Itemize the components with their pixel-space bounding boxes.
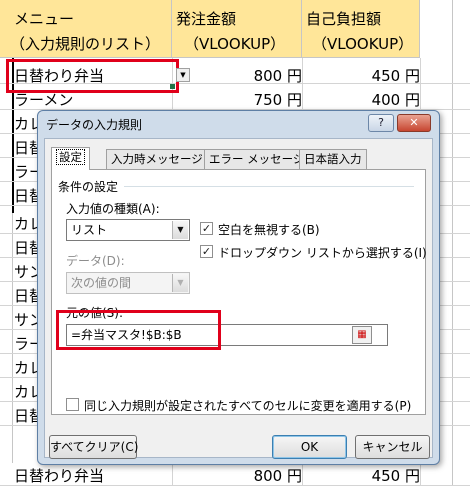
header-order-line1: 発注金額 — [176, 10, 237, 28]
tab-input-message[interactable]: 入力時メッセージ — [106, 149, 208, 169]
header-menu-line1: メニュー — [14, 10, 75, 28]
selected-cell-highlight — [6, 59, 179, 93]
self-pay-cell[interactable]: 450 円 — [302, 65, 420, 86]
chevron-down-icon: ▼ — [172, 221, 188, 239]
order-amount-cell[interactable]: 750 円 — [172, 89, 302, 110]
header-self-line2: （VLOOKUP） — [312, 35, 414, 53]
allow-select-value: リスト — [71, 223, 108, 237]
source-highlight — [56, 310, 221, 350]
header-order-amount[interactable]: 発注金額 （VLOOKUP） — [172, 0, 302, 58]
table-row[interactable]: 日替わり弁当 800 円 450 円 — [0, 462, 470, 486]
group-separator — [124, 186, 414, 187]
apply-all-label[interactable]: 同じ入力規則が設定されたすべてのセルに変更を適用する(P) — [84, 397, 411, 414]
header-self-line1: 自己負担額 — [306, 10, 382, 28]
header-order-line2: （VLOOKUP） — [184, 35, 286, 53]
tab-settings[interactable]: 設定 — [51, 147, 90, 170]
close-button[interactable]: ✕ — [397, 114, 431, 132]
allow-label: 入力値の種類(A): — [66, 202, 160, 216]
dialog-titlebar[interactable]: データの入力規則 ? ✕ — [38, 111, 439, 137]
menu-cell[interactable]: 日替わり弁当 — [14, 465, 104, 486]
data-select-value: 次の値の間 — [71, 276, 132, 290]
ignore-blank-checkbox[interactable]: ✓ — [200, 222, 213, 235]
tab-ime[interactable]: 日本語入力 — [299, 149, 367, 169]
header-self-pay[interactable]: 自己負担額 （VLOOKUP） — [302, 0, 420, 58]
chevron-down-icon: ▼ — [172, 274, 188, 292]
header-menu[interactable]: メニュー （入力規則のリスト） — [0, 0, 172, 58]
self-pay-cell[interactable]: 450 円 — [302, 465, 420, 486]
ignore-blank-label[interactable]: 空白を無視する(B) — [218, 221, 320, 238]
order-amount-cell[interactable]: 800 円 — [172, 65, 302, 86]
header-menu-line2: （入力規則のリスト） — [10, 35, 161, 53]
self-pay-cell[interactable]: 400 円 — [302, 89, 420, 110]
dialog-body: 設定 入力時メッセージ エラー メッセージ 日本語入力 条件の設定 入力値の種類… — [44, 138, 433, 459]
fill-handle[interactable] — [170, 84, 175, 89]
data-label: データ(D): — [66, 254, 125, 268]
tab-error-message[interactable]: エラー メッセージ — [204, 149, 310, 169]
clear-all-button[interactable]: すべてクリア(C) — [49, 435, 138, 459]
dialog-title: データの入力規則 — [46, 118, 143, 132]
order-amount-cell[interactable]: 800 円 — [172, 465, 302, 486]
criteria-group-label: 条件の設定 — [58, 180, 119, 194]
dropdown-checkbox[interactable]: ✓ — [200, 245, 213, 258]
cell-dropdown-arrow-icon[interactable]: ▼ — [176, 68, 190, 82]
data-validation-dialog: データの入力規則 ? ✕ 設定 入力時メッセージ エラー メッセージ 日本語入力… — [37, 110, 440, 465]
allow-select[interactable]: リスト ▼ — [66, 219, 190, 241]
settings-panel: 条件の設定 入力値の種類(A): リスト ▼ ✓ 空白を無視する(B) ✓ ドロ… — [51, 169, 427, 415]
apply-all-checkbox[interactable] — [66, 398, 79, 411]
help-button[interactable]: ? — [368, 114, 394, 132]
cancel-button[interactable]: キャンセル — [355, 435, 430, 459]
ok-button[interactable]: OK — [272, 435, 347, 459]
range-select-icon[interactable]: ▦ — [352, 326, 372, 344]
data-select[interactable]: 次の値の間 ▼ — [66, 272, 190, 294]
tab-settings-label: 設定 — [56, 149, 85, 165]
dropdown-label[interactable]: ドロップダウン リストから選択する(I) — [218, 244, 427, 261]
